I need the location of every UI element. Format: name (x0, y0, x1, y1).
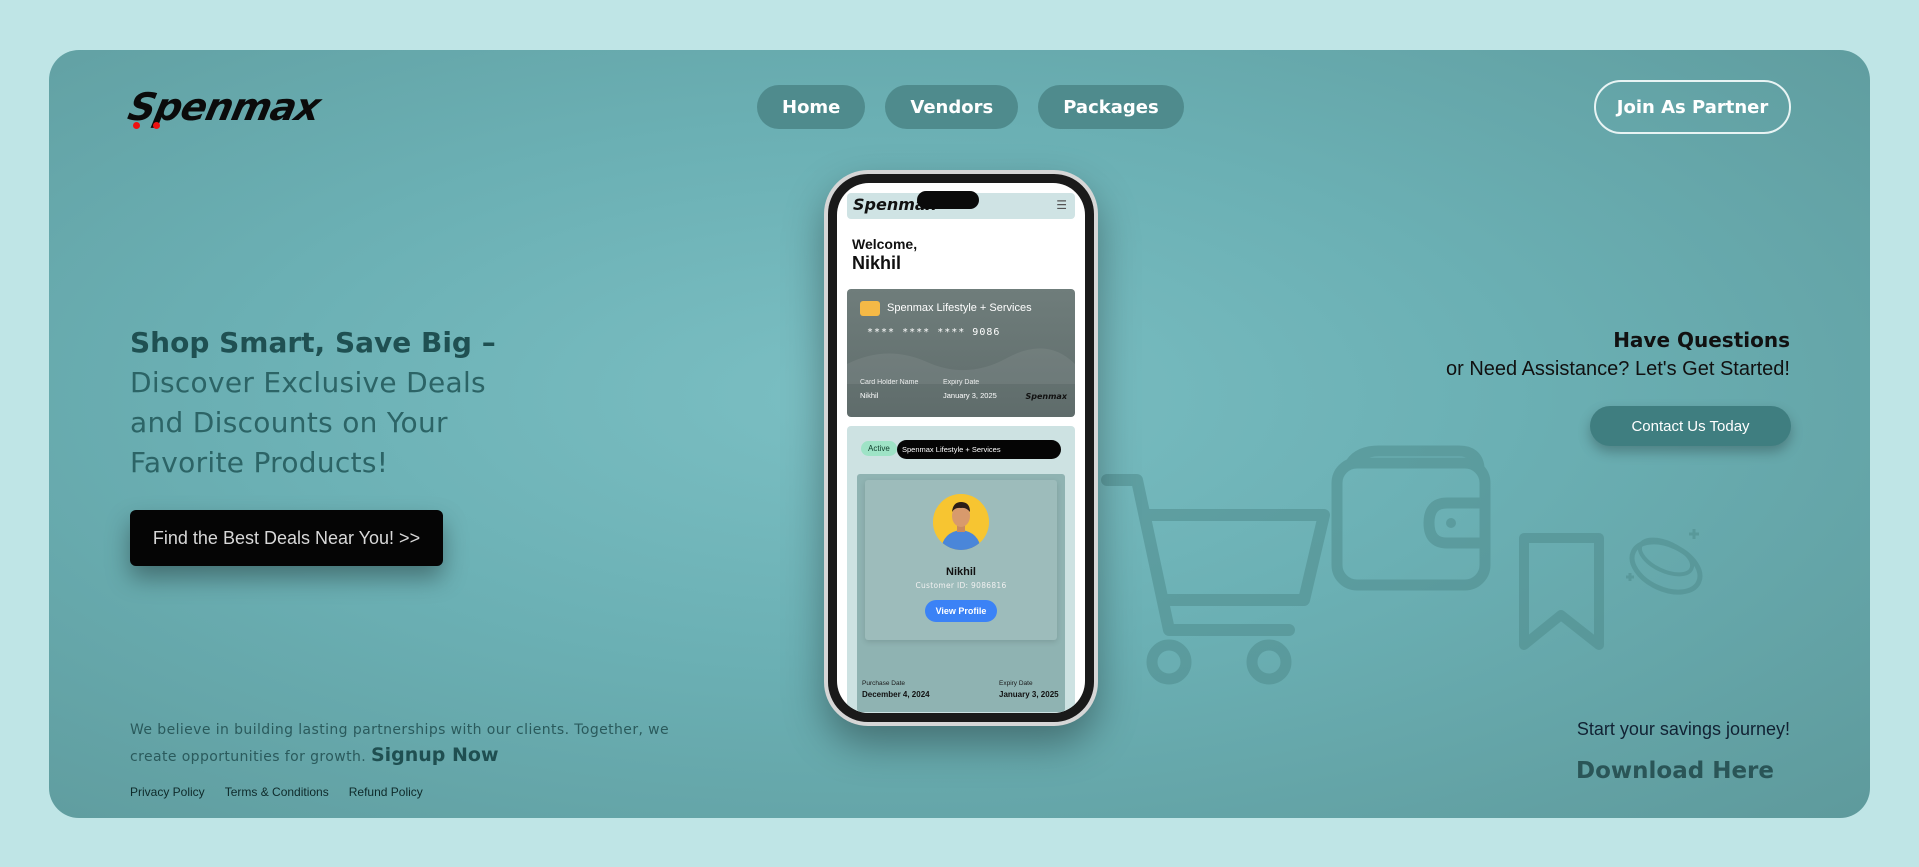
questions-block: Have Questions or Need Assistance? Let's… (1446, 326, 1790, 384)
logo-dot (133, 122, 140, 129)
membership-card: Spenmax Lifestyle + Services **** **** *… (847, 289, 1075, 417)
privacy-policy-link[interactable]: Privacy Policy (130, 785, 205, 799)
membership-panel: Active Spenmax Lifestyle + Services Nikh… (847, 426, 1075, 713)
wallet-icon (1331, 445, 1491, 591)
menu-icon[interactable]: ☰ (1056, 198, 1067, 212)
partnership-text: We believe in building lasting partnersh… (130, 722, 670, 766)
card-holder-label: Card Holder Name (860, 379, 919, 386)
journey-text: Start your savings journey! (1576, 719, 1790, 739)
profile-card: Nikhil Customer ID: 9086816 View Profile (865, 480, 1057, 640)
customer-id: Customer ID: 9086816 (915, 581, 1007, 590)
questions-subtitle: or Need Assistance? Let's Get Started! (1445, 358, 1790, 380)
profile-name: Nikhil (946, 566, 976, 578)
welcome-name: Nikhil (852, 253, 902, 273)
questions-title: Have Questions (1613, 328, 1790, 352)
card-wave-pattern (847, 348, 1075, 384)
dynamic-island (917, 191, 979, 209)
terms-link[interactable]: Terms & Conditions (225, 785, 329, 799)
card-expiry-value: January 3, 2025 (943, 391, 997, 400)
nav-packages[interactable]: Packages (1038, 85, 1184, 129)
expiry-date-label: Expiry Date (999, 680, 1033, 687)
bookmark-icon (1519, 533, 1604, 650)
user-avatar-icon (933, 494, 989, 550)
nav-home[interactable]: Home (757, 85, 866, 129)
card-holder-value: Nikhil (860, 391, 879, 400)
view-profile-button[interactable]: View Profile (925, 600, 997, 622)
headline-line: and Discounts on Your (130, 406, 448, 439)
card-expiry-label: Expiry Date (943, 379, 980, 386)
find-deals-button[interactable]: Find the Best Deals Near You! >> (130, 510, 443, 566)
card-number: **** **** **** 9086 (867, 327, 1001, 338)
phone-mockup: Spenmax ☰ Welcome, Nikhil Spenmax Lifest… (824, 170, 1098, 726)
profile-section: Nikhil Customer ID: 9086816 View Profile… (857, 474, 1065, 712)
status-badge: Active (861, 441, 897, 456)
join-partner-button[interactable]: Join As Partner (1594, 80, 1791, 134)
coins-icon (1626, 529, 1703, 595)
headline-line: Favorite Products! (130, 446, 389, 479)
headline-line: Discover Exclusive Deals (130, 366, 486, 399)
phone-screen: Spenmax ☰ Welcome, Nikhil Spenmax Lifest… (837, 183, 1085, 713)
hero-headline: Shop Smart, Save Big – Discover Exclusiv… (130, 323, 550, 483)
purchase-date-value: December 4, 2024 (862, 690, 930, 699)
spenmax-logo[interactable]: Spenmax (124, 84, 324, 130)
card-logo: Spenmax (1025, 392, 1067, 401)
avatar (933, 494, 989, 550)
signup-link[interactable]: Signup Now (371, 744, 499, 766)
cart-icon (1101, 474, 1330, 685)
headline-bold: Shop Smart, Save Big – (130, 326, 496, 359)
footer-links: Privacy Policy Terms & Conditions Refund… (130, 785, 423, 799)
card-chip-icon (860, 301, 880, 316)
logo-dot (153, 122, 160, 129)
plan-pill: Spenmax Lifestyle + Services (897, 440, 1061, 459)
phone-bezel: Spenmax ☰ Welcome, Nikhil Spenmax Lifest… (828, 174, 1094, 722)
main-nav: Home Vendors Packages (757, 85, 1184, 129)
hero-panel: Spenmax Home Vendors Packages Join As Pa… (49, 50, 1870, 818)
expiry-date-value: January 3, 2025 (999, 690, 1059, 699)
contact-us-button[interactable]: Contact Us Today (1590, 406, 1791, 446)
nav-vendors[interactable]: Vendors (885, 85, 1019, 129)
purchase-date-label: Purchase Date (862, 680, 905, 687)
refund-policy-link[interactable]: Refund Policy (349, 785, 423, 799)
download-link[interactable]: Download Here (1576, 758, 1774, 784)
card-brand: Spenmax Lifestyle + Services (887, 302, 1032, 314)
welcome-label: Welcome, (852, 236, 918, 252)
